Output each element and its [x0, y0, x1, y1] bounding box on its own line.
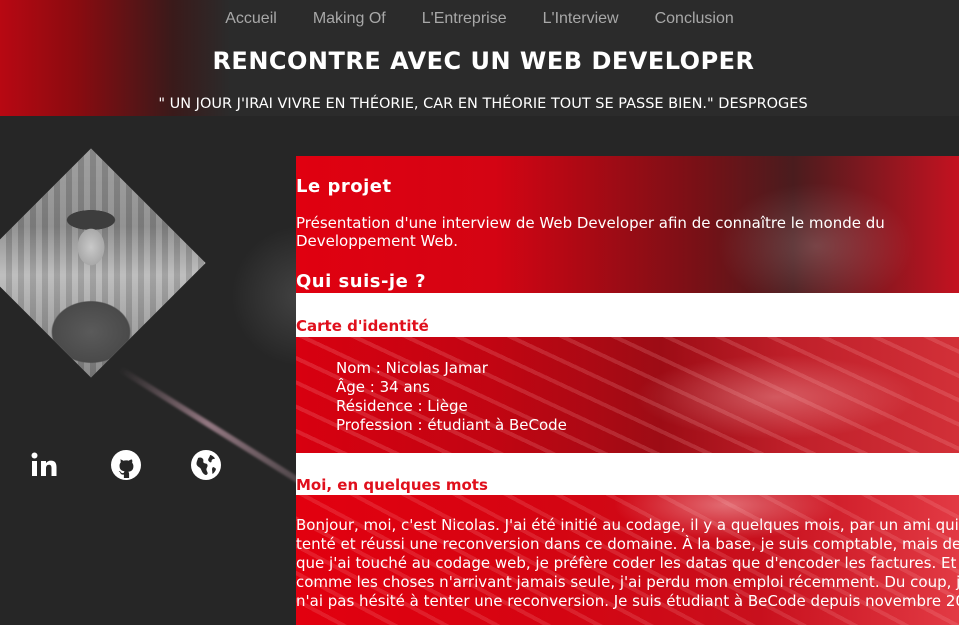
- heading-projet: Le projet: [296, 176, 392, 197]
- identity-list: Nom : Nicolas Jamar Âge : 34 ans Résiden…: [336, 359, 567, 435]
- identity-item-residence: Résidence : Liège: [336, 397, 468, 415]
- heading-carte-identite: Carte d'identité: [296, 317, 429, 335]
- nav-item-conclusion[interactable]: Conclusion: [655, 10, 734, 32]
- heading-qui-suis-je: Qui suis-je ?: [296, 271, 427, 292]
- heading-moi: Moi, en quelques mots: [296, 476, 488, 494]
- avatar: [0, 148, 206, 378]
- identity-item-profession: Profession : étudiant à BeCode: [336, 416, 567, 434]
- globe-icon[interactable]: [189, 448, 223, 482]
- nav-item-accueil[interactable]: Accueil: [225, 10, 277, 32]
- social-links: [0, 448, 296, 488]
- nav-item-entreprise[interactable]: L'Entreprise: [422, 10, 507, 32]
- nav-item-interview[interactable]: L'Interview: [543, 10, 619, 32]
- text-projet: Présentation d'une interview de Web Deve…: [296, 214, 885, 250]
- main-content: Le projet Présentation d'une interview d…: [296, 156, 959, 625]
- header-quote: " UN JOUR J'IRAI VIVRE EN THÉORIE, CAR E…: [158, 96, 808, 112]
- site-header: Accueil Making Of L'Entreprise L'Intervi…: [0, 0, 959, 116]
- text-moi: Bonjour, moi, c'est Nicolas. J'ai été in…: [296, 516, 959, 610]
- github-icon[interactable]: [109, 448, 143, 482]
- identity-item-nom: Nom : Nicolas Jamar: [336, 359, 488, 377]
- profile-sidebar: [0, 116, 296, 625]
- nav-item-making-of[interactable]: Making Of: [313, 10, 386, 32]
- linkedin-icon[interactable]: [29, 448, 63, 482]
- main-nav: Accueil Making Of L'Entreprise L'Intervi…: [0, 10, 959, 32]
- page-title: RENCONTRE AVEC UN WEB DEVELOPER: [212, 47, 755, 75]
- identity-item-age: Âge : 34 ans: [336, 378, 430, 396]
- avatar-photo: [0, 148, 206, 378]
- sidebar-glow: [230, 226, 296, 366]
